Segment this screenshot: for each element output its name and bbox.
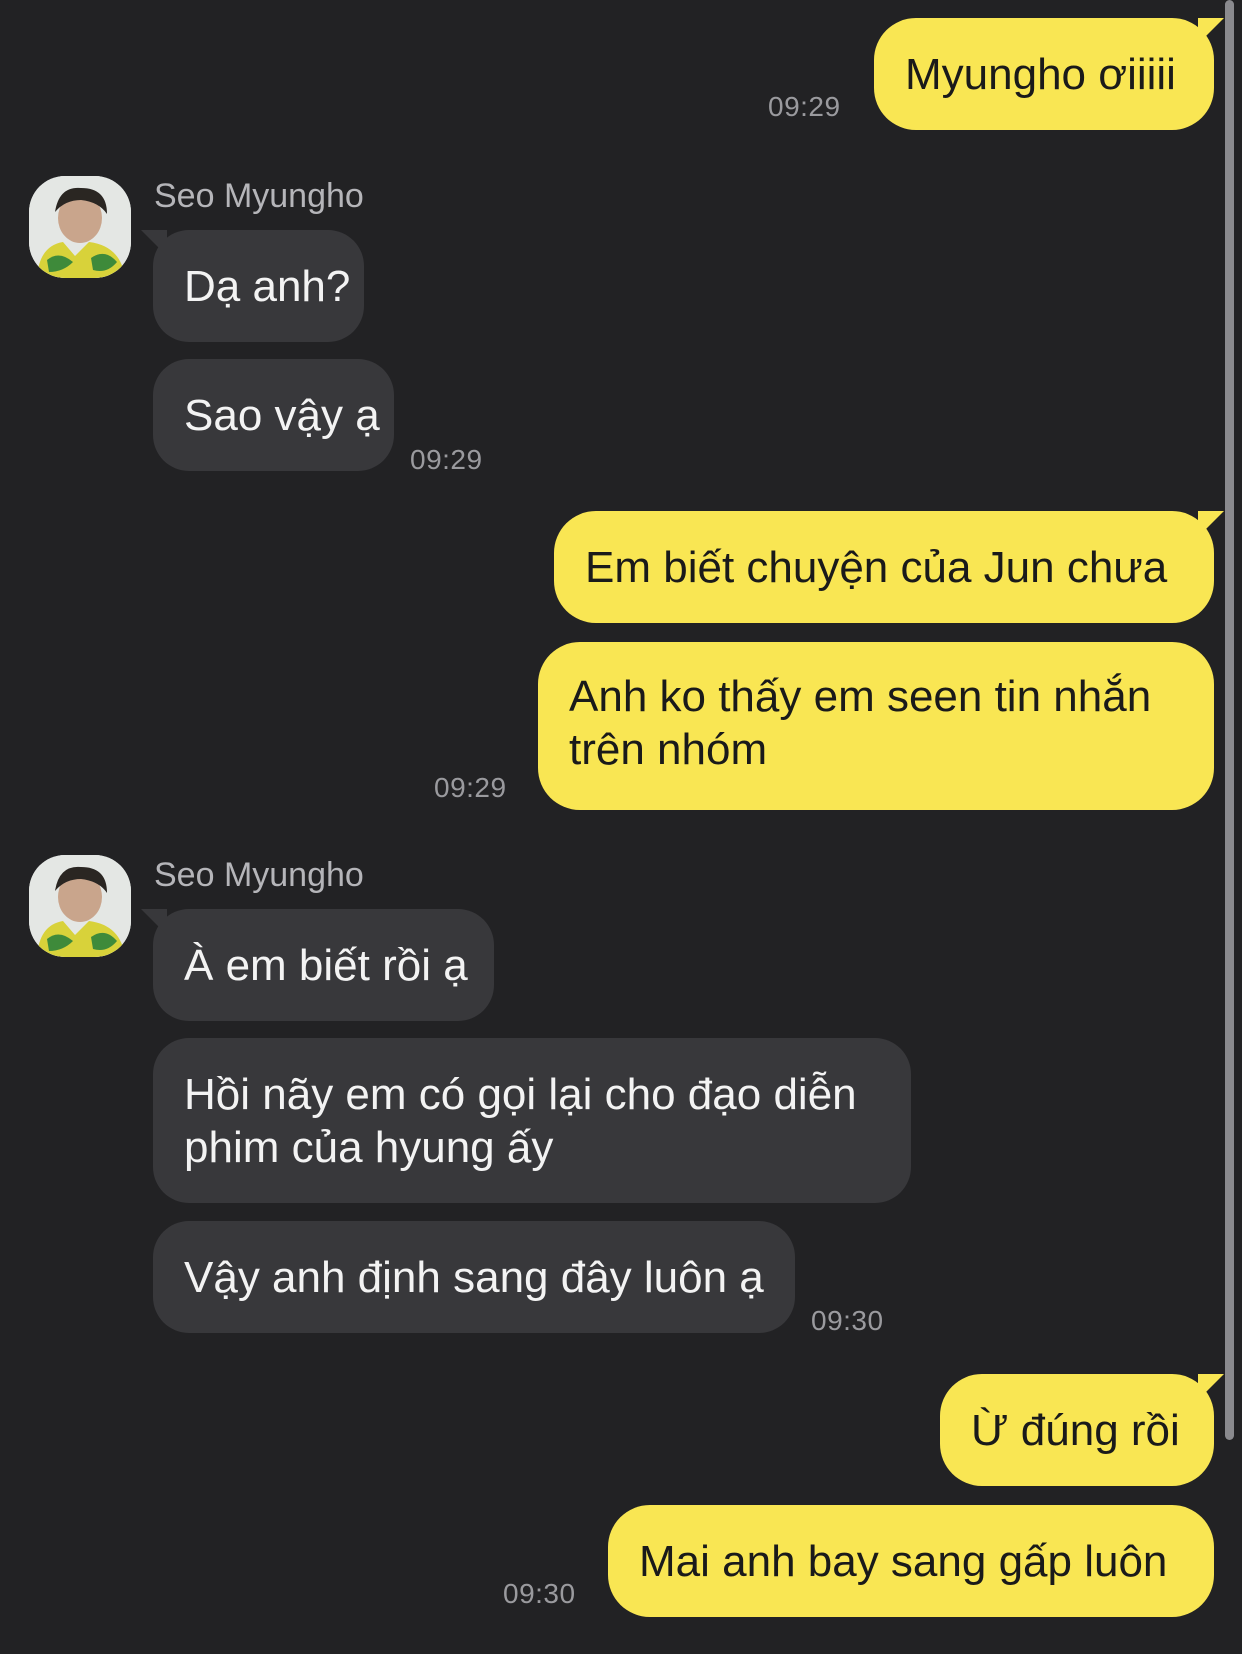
message-text: Myungho ơiiiii [905,49,1176,99]
incoming-message[interactable]: Dạ anh? [141,230,364,342]
incoming-message[interactable]: À em biết rồi ạ [141,909,494,1021]
incoming-message[interactable]: Hồi nãy em có gọi lại cho đạo diễn phim … [153,1038,911,1203]
sender-name: Seo Myungho [154,177,364,215]
message-text: Vậy anh định sang đây luôn ạ [184,1252,764,1302]
message-timestamp: 09:29 [410,444,483,475]
message-timestamp: 09:29 [768,91,841,122]
message-text: Sao vậy ạ [184,390,380,440]
outgoing-message[interactable]: Anh ko thấy em seen tin nhắn trên nhóm [538,642,1214,810]
avatar[interactable] [29,176,131,278]
message-timestamp: 09:30 [503,1578,576,1609]
sender-name: Seo Myungho [154,856,364,894]
incoming-message[interactable]: Vậy anh định sang đây luôn ạ [153,1221,795,1333]
avatar-photo [29,176,131,278]
message-text: Em biết chuyện của Jun chưa [585,542,1168,592]
message-timestamp: 09:29 [434,772,507,803]
outgoing-message[interactable]: Mai anh bay sang gấp luôn [608,1505,1214,1617]
message-text: Dạ anh? [184,261,351,311]
avatar-photo [29,855,131,957]
scrollbar[interactable] [1225,0,1234,1440]
avatar[interactable] [29,855,131,957]
outgoing-message[interactable]: Ừ đúng rồi [940,1374,1224,1486]
message-text: Ừ đúng rồi [971,1405,1180,1455]
message-text: À em biết rồi ạ [184,940,468,990]
message-text: Mai anh bay sang gấp luôn [639,1536,1168,1586]
message-timestamp: 09:30 [811,1305,884,1336]
outgoing-message[interactable]: Em biết chuyện của Jun chưa [554,511,1224,623]
message-text: Anh ko thấy em seen tin nhắn trên nhóm [569,672,1152,774]
message-text: Hồi nãy em có gọi lại cho đạo diễn phim … [184,1070,857,1172]
chat-thread: Myungho ơiiiii 09:29 Seo Myungho Dạ anh?… [0,0,1242,1654]
incoming-message[interactable]: Sao vậy ạ [153,359,394,471]
outgoing-message[interactable]: Myungho ơiiiii [874,18,1224,130]
